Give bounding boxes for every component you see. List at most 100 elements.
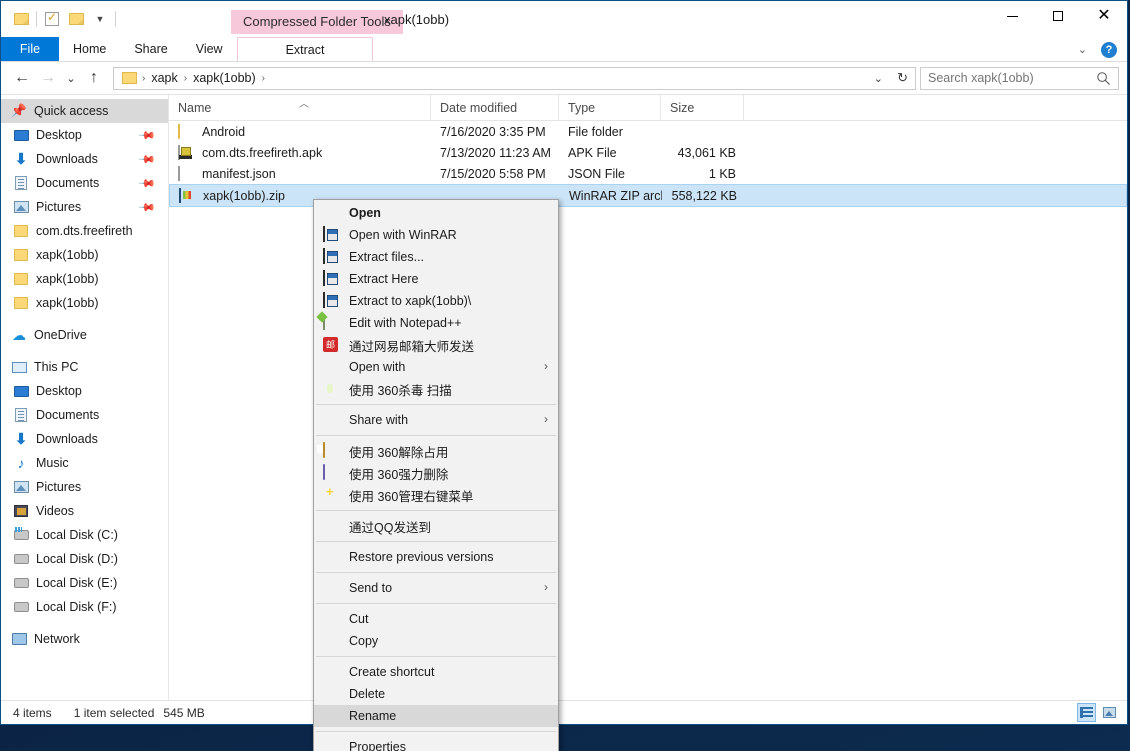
- sidebar-item-xapk-1obb[interactable]: xapk(1obb): [1, 243, 168, 267]
- toolbar-divider: [36, 11, 37, 27]
- column-header-name[interactable]: Name ︿: [169, 95, 431, 121]
- sidebar-item-downloads[interactable]: ⬇Downloads: [1, 427, 168, 451]
- sidebar-item-this-pc[interactable]: This PC: [1, 355, 168, 379]
- cell-type: File folder: [559, 125, 661, 139]
- menu-item-extract-here[interactable]: Extract Here: [314, 268, 558, 290]
- table-row[interactable]: com.dts.freefireth.apk7/13/2020 11:23 AM…: [169, 142, 1127, 163]
- menu-item-rename[interactable]: Rename: [314, 705, 558, 727]
- customize-dropdown-icon[interactable]: ▼: [88, 7, 112, 31]
- sidebar-item-local-disk-e[interactable]: Local Disk (E:): [1, 571, 168, 595]
- tab-view[interactable]: View: [182, 37, 237, 61]
- menu-item-label: Extract to xapk(1obb)\: [349, 294, 471, 308]
- sidebar-item-com-dts-freefireth[interactable]: com.dts.freefireth: [1, 219, 168, 243]
- menu-item-open-with-winrar[interactable]: Open with WinRAR: [314, 224, 558, 246]
- table-row[interactable]: manifest.json7/15/2020 5:58 PMJSON File1…: [169, 163, 1127, 184]
- breadcrumb-item-xapk-1obb[interactable]: xapk(1obb): [188, 71, 261, 85]
- menu-item-cut[interactable]: Cut: [314, 608, 558, 630]
- menu-item-label: Properties: [349, 740, 406, 751]
- sidebar-item-xapk-1obb[interactable]: xapk(1obb): [1, 267, 168, 291]
- breadcrumb[interactable]: › xapk › xapk(1obb) › ⌄ ↻: [113, 67, 916, 90]
- tab-home[interactable]: Home: [59, 37, 120, 61]
- menu-item-properties[interactable]: Properties: [314, 736, 558, 751]
- sidebar-item-label: Pictures: [36, 200, 81, 214]
- chevron-down-icon[interactable]: ⌄: [1072, 43, 1093, 56]
- back-button[interactable]: ←: [9, 65, 35, 91]
- pin-icon[interactable]: 📌: [138, 150, 157, 169]
- breadcrumb-folder-icon: [122, 72, 137, 84]
- tab-file[interactable]: File: [1, 37, 59, 61]
- menu-item-360[interactable]: 使用 360强力删除: [314, 462, 558, 484]
- pin-icon[interactable]: 📌: [138, 198, 157, 217]
- menu-item-copy[interactable]: Copy: [314, 630, 558, 652]
- menu-item-open-with[interactable]: Open with›: [314, 356, 558, 378]
- pin-icon[interactable]: 📌: [138, 174, 157, 193]
- menu-item-restore-previous-versions[interactable]: Restore previous versions: [314, 546, 558, 568]
- zip-archive-icon: [179, 188, 195, 204]
- sidebar-item-quick-access[interactable]: 📌Quick access: [1, 99, 168, 123]
- sidebar-item-pictures[interactable]: Pictures: [1, 475, 168, 499]
- column-header-date-modified[interactable]: Date modified: [431, 95, 559, 121]
- tab-extract[interactable]: Extract: [237, 37, 374, 61]
- search-box[interactable]: [920, 67, 1119, 90]
- sidebar-item-local-disk-c[interactable]: Local Disk (C:): [1, 523, 168, 547]
- menu-item-create-shortcut[interactable]: Create shortcut: [314, 661, 558, 683]
- sidebar-item-documents[interactable]: Documents: [1, 403, 168, 427]
- menu-item-extract-files[interactable]: Extract files...: [314, 246, 558, 268]
- menu-item-360[interactable]: 使用 360解除占用: [314, 440, 558, 462]
- close-button[interactable]: ✕: [1081, 1, 1127, 31]
- recent-locations-icon[interactable]: ⌄: [61, 65, 81, 91]
- up-button[interactable]: ↑: [81, 65, 107, 91]
- new-folder-icon[interactable]: [64, 7, 88, 31]
- menu-item-edit-with-notepad[interactable]: Edit with Notepad++: [314, 312, 558, 334]
- breadcrumb-item-xapk[interactable]: xapk: [146, 71, 182, 85]
- pin-icon[interactable]: 📌: [138, 126, 157, 145]
- address-dropdown-icon[interactable]: ⌄: [868, 68, 889, 89]
- menu-item-label: Rename: [349, 709, 396, 723]
- menu-item-360[interactable]: 使用 360管理右键菜单: [314, 484, 558, 506]
- large-icons-view-button[interactable]: [1100, 703, 1119, 722]
- file-name-label: xapk(1obb).zip: [203, 189, 285, 203]
- sidebar-item-videos[interactable]: Videos: [1, 499, 168, 523]
- refresh-icon[interactable]: ↻: [892, 68, 913, 89]
- navigation-pane: 📌Quick accessDesktop📌⬇Downloads📌Document…: [1, 95, 169, 700]
- details-view-button[interactable]: [1077, 703, 1096, 722]
- sidebar-item-local-disk-f[interactable]: Local Disk (F:): [1, 595, 168, 619]
- sidebar-item-label: Local Disk (C:): [36, 528, 118, 542]
- menu-item-send-to[interactable]: Send to›: [314, 577, 558, 599]
- explorer-body: 📌Quick accessDesktop📌⬇Downloads📌Document…: [1, 94, 1127, 700]
- chevron-right-icon: ›: [544, 359, 548, 373]
- sidebar-item-network[interactable]: Network: [1, 627, 168, 651]
- column-header-size[interactable]: Size: [661, 95, 744, 121]
- forward-button[interactable]: →: [35, 65, 61, 91]
- minimize-button[interactable]: [989, 1, 1035, 31]
- menu-item-open[interactable]: Open: [314, 202, 558, 224]
- table-row[interactable]: Android7/16/2020 3:35 PMFile folder: [169, 121, 1127, 142]
- sidebar-item-music[interactable]: ♪Music: [1, 451, 168, 475]
- tab-share[interactable]: Share: [120, 37, 181, 61]
- shield-360-icon: [323, 381, 339, 397]
- check-properties-icon[interactable]: [40, 7, 64, 31]
- menu-item-360[interactable]: 使用 360杀毒 扫描: [314, 378, 558, 400]
- winrar-icon: [323, 249, 339, 265]
- sidebar-item-xapk-1obb[interactable]: xapk(1obb): [1, 291, 168, 315]
- menu-item-[interactable]: 邮通过网易邮箱大师发送: [314, 334, 558, 356]
- sidebar-item-desktop[interactable]: Desktop📌: [1, 123, 168, 147]
- menu-item-qq[interactable]: 通过QQ发送到: [314, 515, 558, 537]
- search-input[interactable]: [921, 71, 1091, 85]
- sidebar-item-downloads[interactable]: ⬇Downloads📌: [1, 147, 168, 171]
- menu-item-label: 使用 360杀毒 扫描: [349, 380, 452, 399]
- sidebar-item-onedrive[interactable]: ☁OneDrive: [1, 323, 168, 347]
- column-header-type[interactable]: Type: [559, 95, 661, 121]
- properties-icon[interactable]: [9, 7, 33, 31]
- sidebar-item-local-disk-d[interactable]: Local Disk (D:): [1, 547, 168, 571]
- sidebar-item-pictures[interactable]: Pictures 📌: [1, 195, 168, 219]
- maximize-button[interactable]: [1035, 1, 1081, 31]
- sidebar-item-documents[interactable]: Documents📌: [1, 171, 168, 195]
- sidebar-item-desktop[interactable]: Desktop: [1, 379, 168, 403]
- menu-item-delete[interactable]: Delete: [314, 683, 558, 705]
- menu-item-label: 使用 360解除占用: [349, 442, 448, 461]
- help-icon[interactable]: ?: [1101, 42, 1117, 58]
- this-pc-icon: [11, 359, 27, 375]
- menu-item-share-with[interactable]: Share with›: [314, 409, 558, 431]
- menu-item-extract-to-xapk-1obb[interactable]: Extract to xapk(1obb)\: [314, 290, 558, 312]
